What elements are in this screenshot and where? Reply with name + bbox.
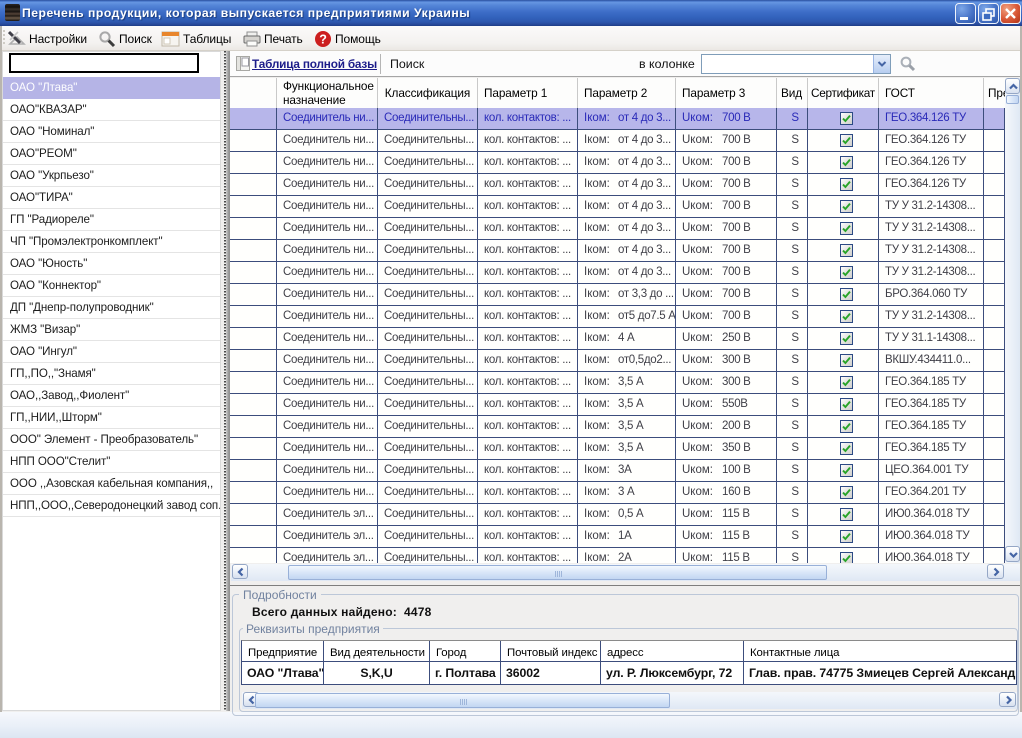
svg-text:?: ? [319,32,327,46]
